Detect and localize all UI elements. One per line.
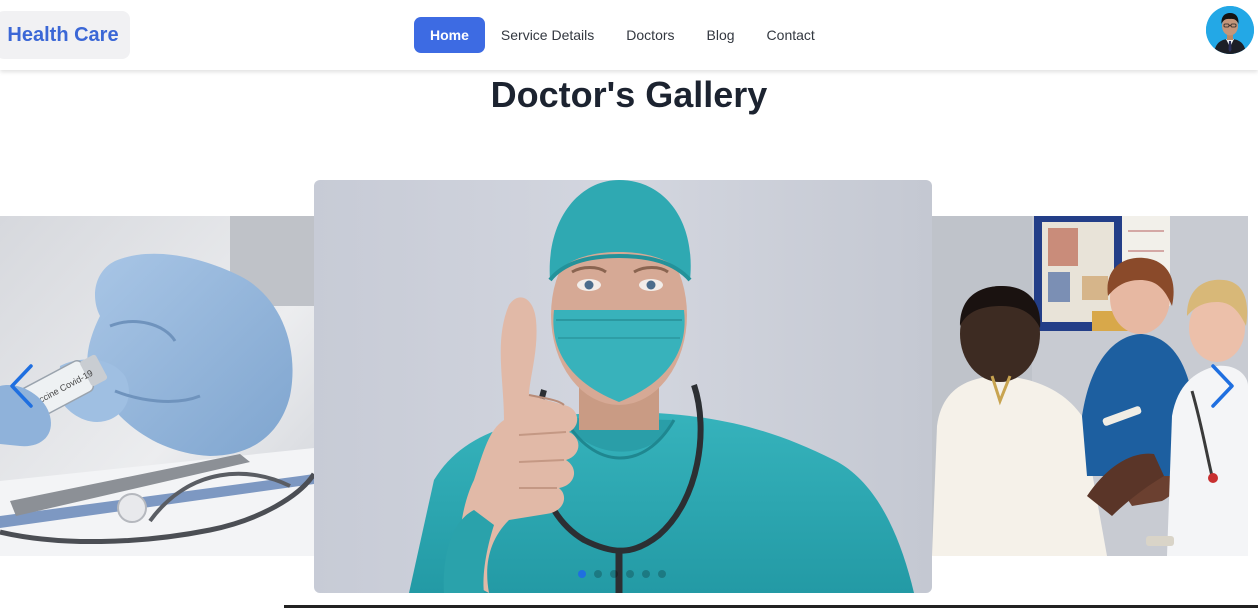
carousel-next-button[interactable] <box>1208 362 1238 410</box>
pagination-dot-1[interactable] <box>578 570 586 578</box>
chevron-right-icon <box>1211 364 1234 408</box>
top-navbar: Health Care Home Service Details Doctors… <box>0 0 1258 70</box>
nav-links: Home Service Details Doctors Blog Contac… <box>414 17 831 53</box>
brand-logo[interactable]: Health Care <box>0 11 130 59</box>
nav-service-details[interactable]: Service Details <box>485 17 610 53</box>
slide-vaccine[interactable]: Vaccine Covid-19 <box>0 216 314 556</box>
pagination-dot-5[interactable] <box>642 570 650 578</box>
nav-home[interactable]: Home <box>414 17 485 53</box>
gallery-title: Doctor's Gallery <box>490 74 768 115</box>
brand-name: Health Care <box>7 23 119 46</box>
slide-vaccination[interactable] <box>932 216 1248 556</box>
chevron-left-icon <box>10 364 33 408</box>
slide-surgeon[interactable] <box>314 180 932 593</box>
pagination-dot-3[interactable] <box>610 570 618 578</box>
user-avatar[interactable] <box>1206 6 1254 54</box>
pagination-dot-4[interactable] <box>626 570 634 578</box>
carousel-prev-button[interactable] <box>6 362 36 410</box>
nav-doctors[interactable]: Doctors <box>610 17 690 53</box>
nav-contact[interactable]: Contact <box>751 17 831 53</box>
pagination-dot-6[interactable] <box>658 570 666 578</box>
vaccination-photo <box>932 216 1248 556</box>
pagination-dot-2[interactable] <box>594 570 602 578</box>
avatar-portrait-icon <box>1206 6 1254 54</box>
vaccine-photo: Vaccine Covid-19 <box>0 216 314 556</box>
nav-blog[interactable]: Blog <box>691 17 751 53</box>
surgeon-photo <box>314 180 932 593</box>
carousel-pagination <box>578 570 666 578</box>
